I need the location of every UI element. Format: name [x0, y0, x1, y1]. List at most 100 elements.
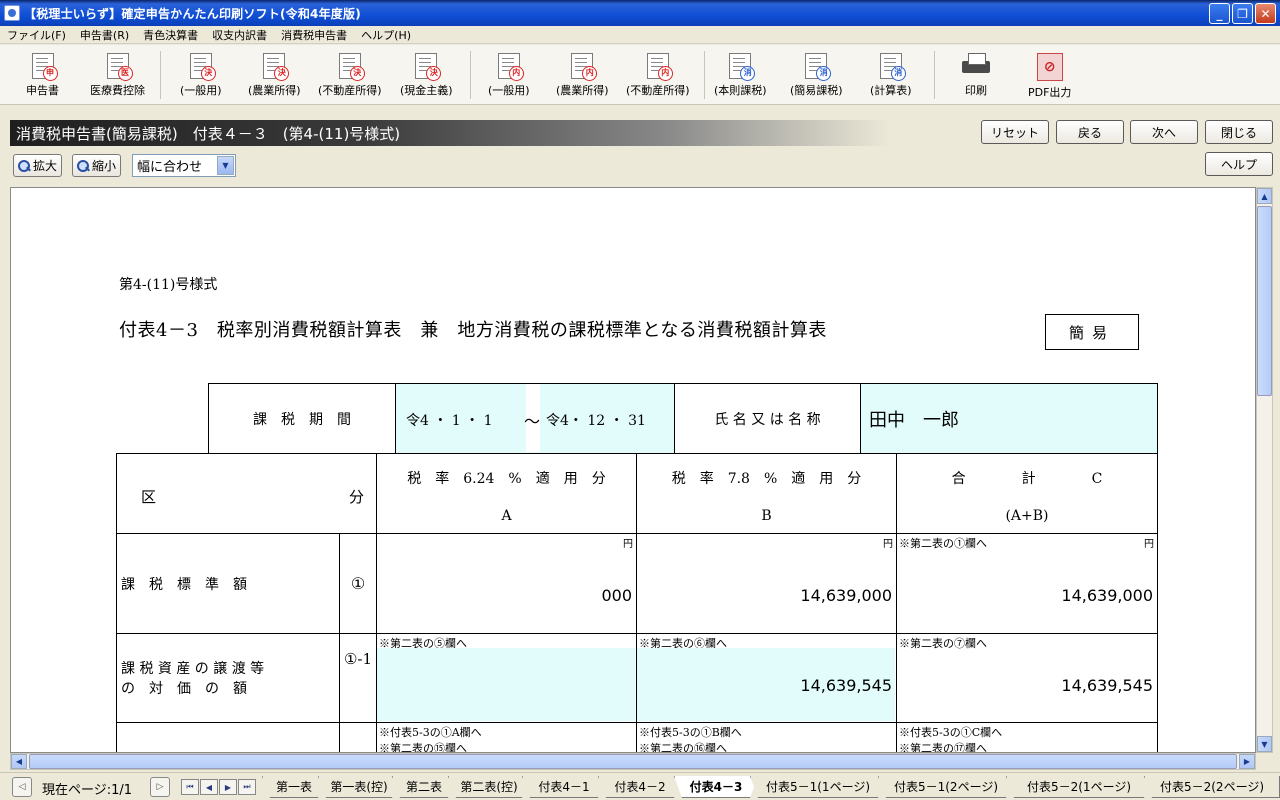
reset-button[interactable]: リセット	[981, 120, 1049, 144]
kubun-header: 区 分	[116, 453, 377, 534]
prev-page-button[interactable]: ◁	[12, 777, 32, 797]
vertical-scroll-thumb[interactable]	[1257, 206, 1272, 396]
consumption-calc-icon: 消	[879, 53, 906, 81]
menu-return[interactable]: 申告書(R)	[73, 27, 136, 43]
tax-period-field[interactable]: 令4 ・ 1 ・ 1 ～ 令4・ 12 ・ 31	[395, 383, 675, 454]
tab-fuhyo-4-2[interactable]: 付表4－2	[598, 776, 682, 798]
close-window-button[interactable]: ✕	[1255, 3, 1276, 24]
toolbar-medical-deduction-button[interactable]: 医 医療費控除	[90, 53, 145, 98]
toolbar-consumption-simplified-button[interactable]: 消 (簡易課税)	[790, 53, 843, 98]
back-button[interactable]: 戻る	[1056, 120, 1124, 144]
tab-daini[interactable]: 第二表	[392, 776, 456, 798]
consumption-simplified-icon: 消	[805, 53, 832, 81]
period-to: 令4・ 12 ・ 31	[546, 413, 646, 429]
close-button[interactable]: 閉じる	[1205, 120, 1273, 144]
row3-col-a[interactable]: ※付表5-3の①A欄へ ※第二表の⑮欄へ	[376, 722, 637, 752]
row1-number: ①	[339, 533, 377, 634]
first-tab-icon[interactable]: ⏮	[181, 779, 199, 795]
tab-daiichi-copy[interactable]: 第一表(控)	[318, 776, 400, 798]
tax-return-icon: 申	[31, 53, 58, 81]
row1-col-a[interactable]: 円 000	[376, 533, 637, 634]
tab-fuhyo-5-2-p2[interactable]: 付表5－2(2ページ)	[1144, 776, 1280, 798]
breakdown-general-icon: 内	[497, 53, 524, 81]
zoom-out-button[interactable]: 縮小	[72, 154, 122, 177]
menu-help[interactable]: ヘルプ(H)	[354, 27, 418, 43]
column-b-header: 税 率 7.8 % 適 用 分 B	[636, 453, 897, 534]
menu-file[interactable]: ファイル(F)	[0, 27, 73, 43]
toolbar-tax-return-button[interactable]: 申 申告書	[26, 53, 59, 98]
next-button[interactable]: 次へ	[1130, 120, 1198, 144]
period-separator: ～	[524, 412, 541, 431]
restore-button[interactable]: ❐	[1232, 3, 1253, 24]
column-c-header: 合 計 C (A+B)	[896, 453, 1158, 534]
row3-label	[116, 722, 340, 752]
row2-col-b[interactable]: ※第二表の⑥欄へ 14,639,545	[636, 633, 897, 723]
settlement-general-icon: 決	[189, 53, 216, 81]
tab-fuhyo-4-3[interactable]: 付表4－3	[674, 776, 758, 798]
toolbar-breakdown-agri-button[interactable]: 内 (農業所得)	[556, 53, 609, 98]
row3-col-c: ※付表5-3の①C欄へ ※第二表の⑰欄へ	[896, 722, 1158, 752]
toolbar-settlement-agri-button[interactable]: 決 (農業所得)	[248, 53, 301, 98]
tab-fuhyo-5-1-p2[interactable]: 付表5－1(2ページ)	[878, 776, 1014, 798]
row1-col-b[interactable]: 円 14,639,000	[636, 533, 897, 634]
menu-income-breakdown[interactable]: 収支内訳書	[205, 27, 274, 43]
minimize-button[interactable]: _	[1209, 3, 1230, 24]
form-title: 付表4－3 税率別消費税額計算表 兼 地方消費税の課税標準となる消費税額計算表	[119, 320, 827, 341]
medical-deduction-icon: 医	[106, 53, 133, 81]
row2-col-a[interactable]: ※第二表の⑤欄へ	[376, 633, 637, 723]
settlement-agri-icon: 決	[263, 53, 290, 81]
simplified-badge: 簡易	[1045, 314, 1139, 350]
toolbar-settlement-cash-button[interactable]: 決 (現金主義)	[400, 53, 453, 98]
toolbar-breakdown-realestate-button[interactable]: 内 (不動産所得)	[626, 53, 690, 98]
menu-blue-settlement[interactable]: 青色決算書	[136, 27, 205, 43]
tab-daiichi[interactable]: 第一表	[262, 776, 326, 798]
tab-fuhyo-5-1-p1[interactable]: 付表5－1(1ページ)	[750, 776, 886, 798]
help-button[interactable]: ヘルプ	[1205, 152, 1273, 176]
scroll-left-icon[interactable]: ◀	[11, 754, 27, 769]
row3-col-b[interactable]: ※付表5-3の①B欄へ ※第二表の⑯欄へ	[636, 722, 897, 752]
prev-tab-icon[interactable]: ◀	[200, 779, 218, 795]
scroll-down-icon[interactable]: ▼	[1257, 736, 1272, 752]
horizontal-scroll-thumb[interactable]	[29, 754, 1237, 769]
next-tab-icon[interactable]: ▶	[219, 779, 237, 795]
row2-label: 課 税 資 産 の 譲 渡 等 の 対 価 の 額	[116, 633, 340, 723]
name-field[interactable]: 田中 一郎	[860, 383, 1158, 454]
tax-period-label: 課 税 期 間	[208, 383, 396, 454]
document-viewport[interactable]: 第4-(11)号様式 付表4－3 税率別消費税額計算表 兼 地方消費税の課税標準…	[10, 187, 1256, 753]
settlement-realestate-icon: 決	[338, 53, 365, 81]
toolbar-settlement-realestate-button[interactable]: 決 (不動産所得)	[318, 53, 382, 98]
scroll-up-icon[interactable]: ▲	[1257, 188, 1272, 204]
row2-number: ①-1	[339, 633, 377, 723]
tab-daini-copy[interactable]: 第二表(控)	[448, 776, 530, 798]
breakdown-agri-icon: 内	[571, 53, 598, 81]
toolbar-print-button[interactable]: 印刷	[962, 53, 990, 98]
app-icon	[4, 5, 20, 21]
zoom-select[interactable]: 幅に合わせ ▼	[132, 154, 236, 177]
tab-fuhyo-5-2-p1[interactable]: 付表5－2(1ページ)	[1006, 776, 1152, 798]
printer-icon	[962, 53, 990, 75]
magnifier-plus-icon	[18, 159, 30, 172]
toolbar-consumption-standard-button[interactable]: 消 (本則課税)	[714, 53, 767, 98]
toolbar-pdf-button[interactable]: ⊘ PDF出力	[1028, 53, 1071, 100]
chevron-down-icon[interactable]: ▼	[217, 156, 234, 175]
horizontal-scrollbar[interactable]: ◀ ▶	[10, 753, 1256, 770]
vertical-scrollbar[interactable]: ▲ ▼	[1256, 187, 1273, 753]
column-a-header: 税 率 6.24 % 適 用 分 A	[376, 453, 637, 534]
toolbar-settlement-general-button[interactable]: 決 (一般用)	[180, 53, 222, 98]
magnifier-minus-icon	[77, 159, 89, 172]
menu-consumption-tax[interactable]: 消費税申告書	[274, 27, 354, 43]
name-label: 氏 名 又 は 名 称	[674, 383, 861, 454]
next-page-button[interactable]: ▷	[150, 777, 170, 797]
tab-fuhyo-4-1[interactable]: 付表4－1	[522, 776, 606, 798]
form-number: 第4-(11)号様式	[119, 277, 218, 293]
toolbar-consumption-calc-button[interactable]: 消 (計算表)	[870, 53, 912, 98]
scroll-right-icon[interactable]: ▶	[1239, 754, 1255, 769]
breakdown-realestate-icon: 内	[646, 53, 673, 81]
page-title: 消費税申告書(簡易課税) 付表４－３ (第4-(11)号様式)	[10, 120, 890, 146]
toolbar: 申 申告書 医 医療費控除 決 (一般用) 決 (農業所得) 決 (不動産所得)…	[0, 45, 1280, 105]
toolbar-breakdown-general-button[interactable]: 内 (一般用)	[488, 53, 530, 98]
row3-number	[339, 722, 377, 752]
row2-col-c: ※第二表の⑦欄へ 14,639,545	[896, 633, 1158, 723]
last-tab-icon[interactable]: ⏭	[238, 779, 256, 795]
zoom-in-button[interactable]: 拡大	[13, 154, 63, 177]
